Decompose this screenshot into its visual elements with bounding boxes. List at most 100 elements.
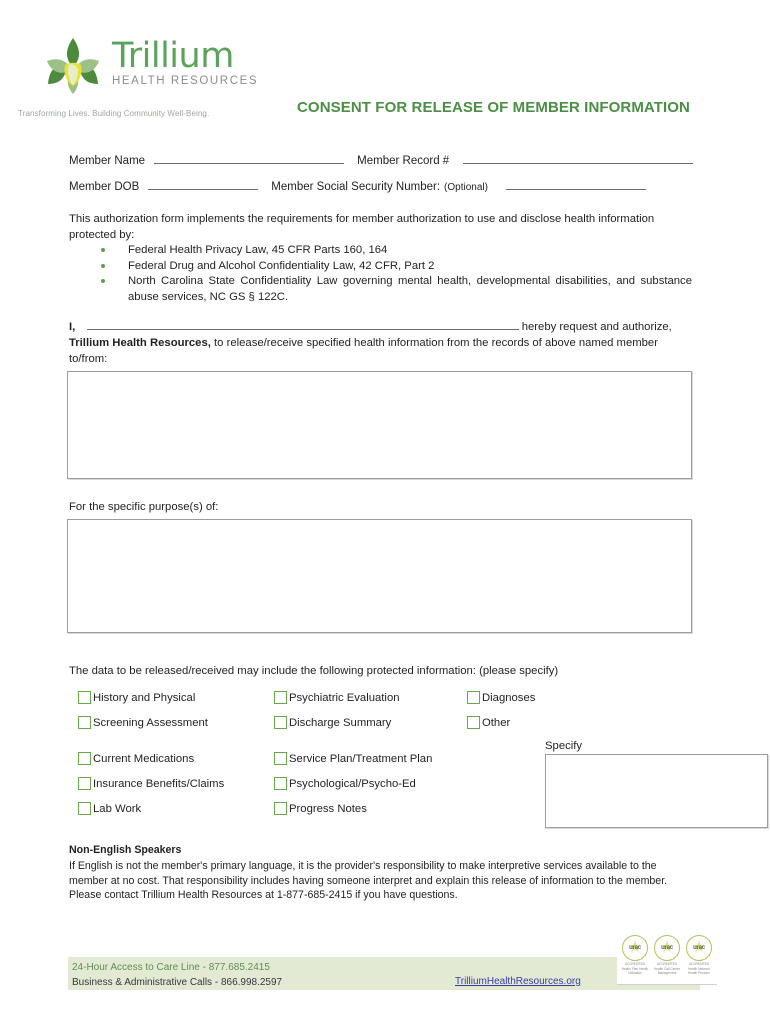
logo-wordmark: Trillium HEALTH RESOURCES [112, 34, 258, 87]
urac-seal-icon: ★ urac ACCREDITED Health Plan Health Uti… [620, 935, 650, 984]
checkbox-icon[interactable] [467, 691, 480, 704]
checkbox-icon[interactable] [274, 802, 287, 815]
checkbox-label: Screening Assessment [93, 716, 208, 729]
protected-law-list: Federal Health Privacy Law, 45 CFR Parts… [95, 243, 695, 305]
checkbox-icon[interactable] [78, 716, 91, 729]
bullet-dot-icon [101, 248, 105, 252]
member-record-input[interactable] [462, 152, 693, 164]
member-record-label: Member Record # [357, 155, 450, 167]
checkbox-row-insurance-benefits-claims[interactable]: Insurance Benefits/Claims [78, 771, 258, 796]
urac-seal-sub: Health Network Health Provider [688, 967, 710, 976]
member-dob-label: Member DOB [69, 181, 140, 193]
checkbox-row-progress-notes[interactable]: Progress Notes [274, 796, 469, 821]
checkbox-icon[interactable] [78, 691, 91, 704]
authorizer-name-input[interactable] [86, 318, 519, 330]
checkbox-label: Current Medications [93, 752, 195, 765]
member-dob-input[interactable] [148, 178, 259, 190]
logo-subtitle: HEALTH RESOURCES [112, 75, 259, 87]
trillium-logo: Trillium HEALTH RESOURCES Transforming L… [18, 34, 268, 118]
authorization-block: I, hereby request and authorize, Trilliu… [69, 318, 693, 367]
logo-name: Trillium [112, 36, 234, 76]
specify-section: Specify [545, 740, 768, 828]
authorization-hereby-text: hereby request and authorize, [521, 321, 672, 333]
specify-label: Specify [545, 740, 583, 752]
urac-seal-icon: ★ urac ACCREDITED Health Call Center Man… [652, 935, 682, 984]
urac-seal-sub: Health Call Center Management [653, 967, 681, 976]
footer-access-line: 24-Hour Access to Care Line - 877.685.24… [72, 962, 270, 973]
non-english-body: If English is not the member's primary l… [69, 859, 668, 902]
checkbox-row-service-plan-treatment-plan[interactable]: Service Plan/Treatment Plan [274, 746, 469, 771]
purpose-textarea[interactable] [67, 519, 692, 633]
checkbox-row-other[interactable]: Other [467, 710, 587, 735]
urac-seal-sub: Health Plan Health Utilization [621, 967, 649, 976]
member-dob-row: Member DOB Member Social Security Number… [69, 178, 693, 204]
checkbox-row-screening-assessment[interactable]: Screening Assessment [78, 710, 258, 735]
checkbox-icon[interactable] [274, 752, 287, 765]
urac-accreditation-seals: ★ urac ACCREDITED Health Plan Health Uti… [617, 933, 717, 985]
list-item: North Carolina State Confidentiality Law… [95, 274, 695, 305]
page-title: CONSENT FOR RELEASE OF MEMBER INFORMATIO… [297, 99, 690, 116]
urac-seal-icon: ★ urac ACCREDITED Health Network Health … [684, 935, 714, 984]
member-ssn-optional-note: (Optional) [444, 182, 488, 193]
document-header: Trillium HEALTH RESOURCES Transforming L… [0, 0, 770, 140]
checkbox-label: Service Plan/Treatment Plan [289, 752, 433, 765]
checkbox-icon[interactable] [78, 802, 91, 815]
checkbox-label: Other [482, 716, 511, 729]
urac-seal-caption: ACCREDITED [625, 962, 645, 966]
checklist-column-2: Psychiatric Evaluation Discharge Summary… [274, 685, 469, 821]
member-ssn-label: Member Social Security Number: [271, 181, 441, 193]
intro-paragraph: This authorization form implements the r… [69, 213, 655, 241]
checklist-intro-text: The data to be released/received may inc… [69, 665, 559, 677]
non-english-speakers-section: Non-English Speakers If English is not t… [69, 843, 669, 903]
logo-tagline: Transforming Lives. Building Community W… [18, 109, 210, 118]
bullet-dot-icon [101, 279, 105, 284]
urac-seal-word: urac [661, 945, 673, 951]
checkbox-row-history-and-physical[interactable]: History and Physical [78, 685, 258, 710]
list-item: Federal Drug and Alcohol Confidentiality… [95, 259, 695, 275]
checkbox-label: Lab Work [93, 802, 142, 815]
checkbox-row-discharge-summary[interactable]: Discharge Summary [274, 710, 469, 735]
checkbox-label: Discharge Summary [289, 716, 392, 729]
member-name-row: Member Name Member Record # [69, 152, 693, 178]
records-from-to-textarea[interactable] [67, 371, 692, 479]
checkbox-icon[interactable] [274, 777, 287, 790]
trillium-flower-icon [40, 34, 106, 100]
list-item-label: Federal Drug and Alcohol Confidentiality… [128, 259, 435, 272]
urac-seal-word: urac [693, 945, 705, 951]
urac-seal-word: urac [629, 945, 641, 951]
list-item: Federal Health Privacy Law, 45 CFR Parts… [95, 243, 695, 259]
authorization-org-name: Trillium Health Resources, [69, 336, 211, 349]
checkbox-label: History and Physical [93, 691, 196, 704]
specify-textarea[interactable] [545, 754, 768, 828]
footer-business-line: Business & Administrative Calls - 866.99… [72, 976, 283, 988]
member-ssn-input[interactable] [505, 178, 646, 190]
checkbox-icon[interactable] [78, 752, 91, 765]
checkbox-icon[interactable] [274, 691, 287, 704]
checkbox-row-current-medications[interactable]: Current Medications [78, 746, 258, 771]
checkbox-label: Diagnoses [482, 691, 536, 704]
footer-contact-info: 24-Hour Access to Care Line - 877.685.24… [72, 961, 282, 990]
document-page: Trillium HEALTH RESOURCES Transforming L… [0, 0, 770, 1024]
checkbox-row-psychological-psycho-ed[interactable]: Psychological/Psycho-Ed [274, 771, 469, 796]
checklist-column-1: History and Physical Screening Assessmen… [78, 685, 258, 821]
checkbox-icon[interactable] [78, 777, 91, 790]
member-fields: Member Name Member Record # Member DOB M… [69, 152, 693, 204]
list-item-label: North Carolina State Confidentiality Law… [128, 275, 692, 303]
checkbox-label: Progress Notes [289, 802, 367, 815]
footer-website-link[interactable]: TrilliumHealthResources.org [455, 976, 581, 987]
checkbox-icon[interactable] [467, 716, 480, 729]
checkbox-row-psychiatric-evaluation[interactable]: Psychiatric Evaluation [274, 685, 469, 710]
checkbox-row-lab-work[interactable]: Lab Work [78, 796, 258, 821]
non-english-heading: Non-English Speakers [69, 844, 182, 856]
checkbox-label: Insurance Benefits/Claims [93, 777, 225, 790]
member-name-input[interactable] [153, 152, 344, 164]
purpose-label: For the specific purpose(s) of: [69, 501, 219, 513]
checkbox-row-diagnoses[interactable]: Diagnoses [467, 685, 587, 710]
checkbox-icon[interactable] [274, 716, 287, 729]
checkbox-label: Psychological/Psycho-Ed [289, 777, 416, 790]
list-item-label: Federal Health Privacy Law, 45 CFR Parts… [128, 244, 388, 256]
checkbox-label: Psychiatric Evaluation [289, 691, 400, 704]
urac-seal-caption: ACCREDITED [657, 962, 677, 966]
checklist-column-3: Diagnoses Other [467, 685, 587, 735]
urac-seal-caption: ACCREDITED [689, 962, 709, 966]
